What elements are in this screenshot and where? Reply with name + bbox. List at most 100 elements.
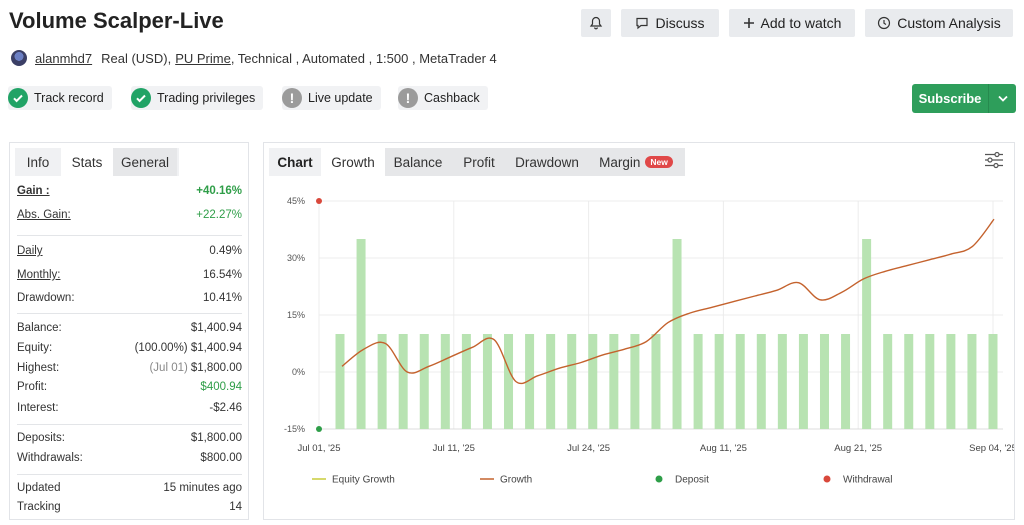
- notify-button[interactable]: [581, 9, 611, 37]
- bar[interactable]: [546, 334, 556, 429]
- bar[interactable]: [377, 334, 387, 429]
- bar[interactable]: [672, 239, 682, 429]
- stat-value: (Jul 01) $1,800.00: [149, 362, 242, 374]
- growth-chart[interactable]: 45%30%15%0%-15% Jul 01, '25 Jul 11, '25 Ju…: [264, 181, 1014, 519]
- bar[interactable]: [862, 239, 872, 429]
- stat-label[interactable]: Gain :: [17, 185, 50, 197]
- username-link[interactable]: alanmhd7: [35, 51, 92, 66]
- bar[interactable]: [398, 334, 408, 429]
- bar[interactable]: [841, 334, 851, 429]
- bar[interactable]: [925, 334, 935, 429]
- bar[interactable]: [883, 334, 893, 429]
- stat-label: Withdrawals:: [17, 452, 83, 464]
- stat-label: Balance:: [17, 322, 62, 334]
- bar[interactable]: [504, 334, 514, 429]
- tab-general[interactable]: General: [113, 148, 177, 176]
- subscribe-dropdown[interactable]: [989, 95, 1016, 103]
- bar[interactable]: [798, 334, 808, 429]
- bar[interactable]: [693, 334, 703, 429]
- tab-info[interactable]: Info: [15, 148, 61, 176]
- exclamation-icon: !: [398, 88, 418, 108]
- broker-link[interactable]: PU Prime: [175, 51, 231, 66]
- tab-stats[interactable]: Stats: [61, 148, 113, 176]
- bar[interactable]: [967, 334, 977, 429]
- bar[interactable]: [482, 334, 492, 429]
- legend-label[interactable]: Deposit: [675, 475, 709, 486]
- equity-pct: (100.00%): [134, 342, 188, 354]
- badge-trading-privileges[interactable]: Trading privileges: [131, 86, 264, 110]
- stat-value: 16.54%: [202, 269, 242, 281]
- x-tick-label: Jul 24, '25: [567, 443, 610, 454]
- stat-label[interactable]: Monthly:: [17, 269, 60, 281]
- clock-icon: [878, 16, 891, 30]
- legend-label[interactable]: Equity Growth: [332, 475, 395, 486]
- chart-panel: Chart Growth Balance Profit Drawdown Mar…: [263, 142, 1015, 520]
- badge-live-update[interactable]: ! Live update: [282, 86, 381, 110]
- subscribe-button[interactable]: Subscribe: [912, 84, 1016, 113]
- tab-balance[interactable]: Balance: [385, 148, 451, 176]
- bar[interactable]: [651, 334, 661, 429]
- stat-monthly: Monthly: 16.54%: [17, 266, 242, 284]
- bar[interactable]: [335, 334, 345, 429]
- stat-equity: Equity: (100.00%) $1,400.94: [17, 339, 242, 357]
- stat-drawdown: Drawdown: 10.41%: [17, 289, 242, 307]
- discuss-button[interactable]: Discuss: [621, 9, 719, 37]
- tab-profit[interactable]: Profit: [451, 148, 507, 176]
- tab-drawdown[interactable]: Drawdown: [507, 148, 587, 176]
- chevron-down-icon: [997, 95, 1008, 102]
- stat-value: $1,400.94: [190, 322, 242, 334]
- new-badge: New: [645, 156, 673, 168]
- divider: [17, 474, 242, 475]
- page-title: Volume Scalper-Live: [9, 8, 224, 33]
- tab-chart[interactable]: Chart: [269, 148, 321, 176]
- chart-legend: Equity Growth Growth Deposit Withdrawal: [312, 475, 892, 486]
- account-meta: alanmhd7 Real (USD), PU Prime , Technica…: [11, 50, 497, 66]
- chart-settings-button[interactable]: [984, 151, 1004, 172]
- tab-margin-label: Margin: [599, 154, 641, 170]
- bar[interactable]: [419, 334, 429, 429]
- growth-line[interactable]: [341, 218, 995, 385]
- bar[interactable]: [735, 334, 745, 429]
- withdrawal-point[interactable]: [316, 198, 322, 204]
- stat-value: 15 minutes ago: [163, 482, 242, 494]
- x-tick-label: Sep 04, '25: [969, 443, 1014, 454]
- badge-label: Track record: [34, 91, 104, 105]
- badge-track-record[interactable]: Track record: [8, 86, 112, 110]
- stat-value: +22.27%: [196, 209, 242, 221]
- bar[interactable]: [630, 334, 640, 429]
- legend-label[interactable]: Growth: [500, 475, 532, 486]
- bar[interactable]: [588, 334, 598, 429]
- bar[interactable]: [904, 334, 914, 429]
- bar[interactable]: [777, 334, 787, 429]
- tab-growth[interactable]: Growth: [321, 148, 385, 176]
- bar[interactable]: [946, 334, 956, 429]
- legend-label[interactable]: Withdrawal: [843, 475, 892, 486]
- badge-cashback[interactable]: ! Cashback: [398, 86, 488, 110]
- bar[interactable]: [356, 239, 366, 429]
- deposit-point[interactable]: [316, 426, 322, 432]
- avatar[interactable]: [11, 50, 27, 66]
- custom-analysis-button[interactable]: Custom Analysis: [865, 9, 1013, 37]
- badge-label: Live update: [308, 91, 373, 105]
- bar[interactable]: [714, 334, 724, 429]
- bell-icon: [589, 16, 603, 30]
- add-to-watch-button[interactable]: Add to watch: [729, 9, 855, 37]
- x-tick-label: Jul 11, '25: [433, 443, 475, 454]
- stat-interest: Interest: -$2.46: [17, 399, 242, 417]
- y-tick-label: 0%: [292, 367, 305, 377]
- stat-label: Equity:: [17, 342, 53, 354]
- tab-margin[interactable]: Margin New: [587, 148, 685, 176]
- bar[interactable]: [567, 334, 577, 429]
- x-tick-label: Aug 11, '25: [700, 443, 747, 454]
- bar[interactable]: [609, 334, 619, 429]
- bar[interactable]: [440, 334, 450, 429]
- bar[interactable]: [756, 334, 766, 429]
- stat-label[interactable]: Daily: [17, 245, 43, 257]
- stat-abs-gain: Abs. Gain: +22.27%: [17, 206, 242, 224]
- bar[interactable]: [988, 334, 998, 429]
- stats-tabs: Info Stats General: [15, 148, 177, 176]
- bar[interactable]: [819, 334, 829, 429]
- stat-daily: Daily 0.49%: [17, 242, 242, 260]
- stat-gain: Gain : +40.16%: [17, 182, 242, 200]
- stat-label[interactable]: Abs. Gain:: [17, 209, 71, 221]
